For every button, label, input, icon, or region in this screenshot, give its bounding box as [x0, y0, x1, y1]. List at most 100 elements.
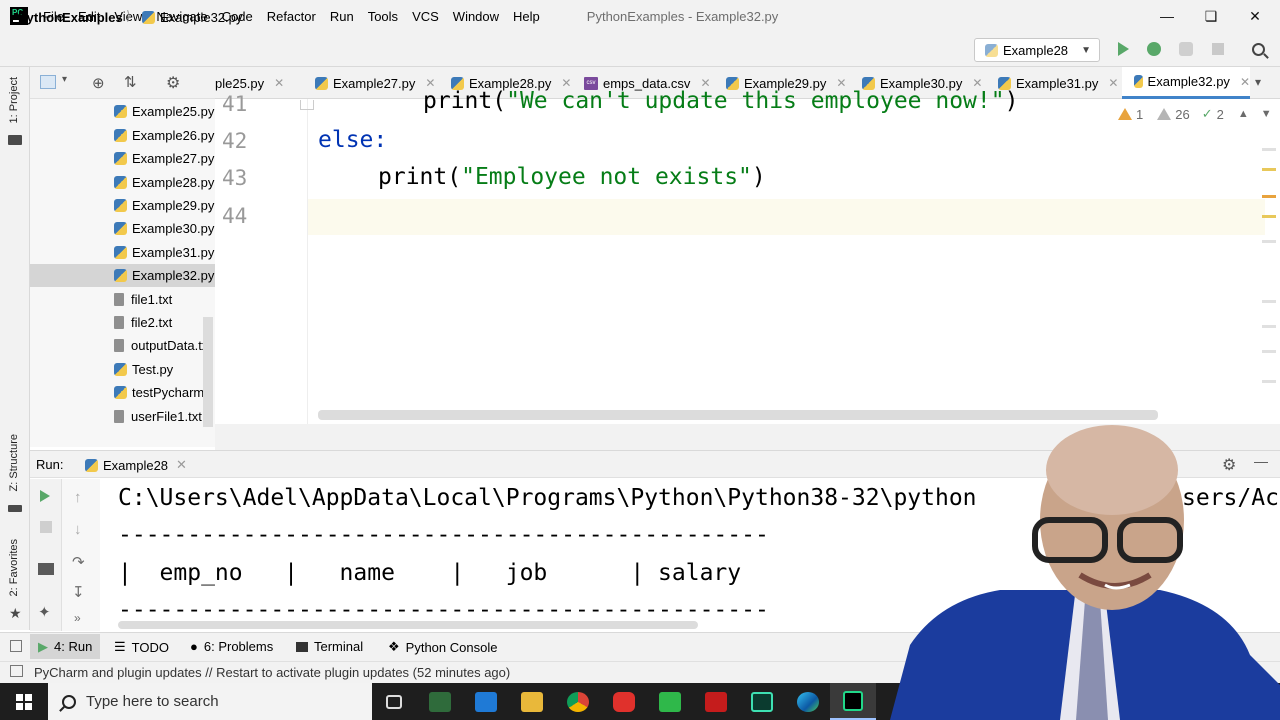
run-button[interactable] [1113, 39, 1133, 59]
editor-tab[interactable]: Example32.py ✕ [1122, 67, 1250, 99]
chrome-icon[interactable] [564, 688, 592, 716]
project-tree-item[interactable]: testPycharm [30, 381, 215, 404]
acrobat-icon[interactable] [702, 688, 730, 716]
stripe-mark[interactable] [1262, 215, 1276, 218]
stop-icon[interactable] [40, 521, 52, 533]
breadcrumb-file[interactable]: Example32.py [142, 10, 242, 25]
project-tree-item[interactable]: Example26.py [30, 124, 215, 147]
project-tree-item[interactable]: file2.txt [30, 311, 215, 334]
status-toggle-icon[interactable] [10, 665, 23, 677]
stripe-mark[interactable] [1262, 195, 1276, 198]
minimize-icon[interactable]: — [1144, 0, 1190, 32]
python-file-icon [114, 386, 127, 400]
toggle-tool-windows-icon[interactable] [10, 640, 22, 652]
camtasia-icon[interactable] [656, 688, 684, 716]
dropdown-icon[interactable]: ▾ [62, 74, 67, 85]
taskbar-search[interactable]: Type here to search [48, 683, 372, 720]
stripe-mark[interactable] [1262, 168, 1276, 171]
project-tree-item[interactable]: Example29.py [30, 194, 215, 217]
project-tree-item[interactable]: outputData.txt [30, 334, 215, 357]
tab-problems[interactable]: ● 6: Problems [190, 639, 273, 654]
pycharm-taskbar-icon[interactable] [830, 683, 876, 720]
tab-python-console[interactable]: ❖ Python Console [388, 639, 497, 655]
editor-tab[interactable]: Example27.py ✕ [303, 67, 439, 99]
menu-tools[interactable]: Tools [361, 9, 405, 24]
stripe-mark[interactable] [1262, 240, 1276, 243]
stripe-mark[interactable] [1262, 350, 1276, 353]
run-configuration-select[interactable]: Example28 ▼ [974, 38, 1100, 62]
tab-run[interactable]: ▶ 4: Run [30, 634, 101, 659]
favorites-tool-tab[interactable]: 2: Favorites [8, 539, 20, 596]
project-tree-item[interactable]: userFile1.txt [30, 405, 215, 428]
start-button[interactable] [0, 683, 48, 720]
project-tree-item[interactable]: Example32.py [30, 264, 215, 288]
project-tree-item[interactable]: file1.txt [30, 288, 215, 311]
tab-list-icon[interactable]: ▾ [1255, 75, 1261, 89]
code-line-41[interactable]: print("We can't update this employee now… [423, 88, 1018, 114]
stripe-mark[interactable] [1262, 300, 1276, 303]
close-tab-icon[interactable]: ✕ [274, 76, 284, 90]
layout-icon[interactable] [38, 563, 54, 575]
stripe-mark[interactable] [1262, 380, 1276, 383]
debug-button[interactable] [1144, 39, 1164, 59]
close-icon[interactable]: ✕ [1232, 0, 1278, 32]
menu-run[interactable]: Run [323, 9, 361, 24]
pin-icon[interactable]: ✦ [38, 603, 51, 621]
console-horizontal-scrollbar[interactable] [118, 621, 698, 629]
arrow-down-icon[interactable]: ↓ [74, 521, 82, 538]
code-line-42[interactable]: else: [318, 127, 387, 153]
locate-icon[interactable]: ⊕ [92, 74, 105, 92]
collapse-icon[interactable]: ⇅ [124, 73, 137, 91]
project-tree-item[interactable]: Example31.py [30, 241, 215, 264]
stripe-mark[interactable] [1262, 325, 1276, 328]
search-button[interactable] [1248, 39, 1268, 59]
edge-icon[interactable] [794, 688, 822, 716]
fold-marker-icon[interactable] [300, 100, 314, 110]
project-tree-item[interactable]: Example27.py [30, 147, 215, 170]
scroll-end-icon[interactable]: ↧ [72, 583, 85, 601]
project-tree-item[interactable]: Test.py [30, 358, 215, 381]
more-icon[interactable]: » [74, 611, 81, 625]
menu-window[interactable]: Window [446, 9, 506, 24]
menu-help[interactable]: Help [506, 9, 547, 24]
tab-terminal[interactable]: Terminal [296, 639, 363, 654]
gear-icon[interactable]: ⚙ [166, 73, 180, 93]
maximize-icon[interactable]: ❏ [1188, 0, 1234, 32]
code-line-43[interactable]: print("Employee not exists") [378, 164, 766, 190]
project-view-icon[interactable] [40, 75, 56, 89]
structure-tool-tab[interactable]: Z: Structure [8, 434, 20, 491]
close-tab-icon[interactable]: ✕ [1108, 76, 1118, 90]
breadcrumb-project[interactable]: PythonExamples [18, 10, 123, 25]
editor-horizontal-scrollbar[interactable] [318, 410, 1158, 420]
stripe-mark[interactable] [1262, 148, 1276, 151]
project-scrollbar[interactable] [203, 317, 213, 427]
rerun-icon[interactable] [40, 489, 50, 506]
soft-wrap-icon[interactable]: ↷ [72, 553, 85, 571]
app-icon-green[interactable] [426, 688, 454, 716]
run-tab[interactable]: Example28 ✕ [85, 457, 187, 473]
menu-vcs[interactable]: VCS [405, 9, 446, 24]
breadcrumb-separator-icon: ⟩ [126, 8, 132, 23]
chevron-down-icon[interactable]: ▼ [1261, 108, 1272, 120]
project-tree-item[interactable]: Example30.py [30, 217, 215, 240]
stop-button[interactable] [1208, 39, 1228, 59]
chevron-up-icon[interactable]: ▲ [1238, 108, 1249, 120]
audition-icon[interactable] [748, 688, 776, 716]
code-paren: ) [751, 164, 766, 190]
status-message[interactable]: PyCharm and plugin updates // Restart to… [34, 665, 510, 680]
close-tab-icon[interactable]: ✕ [176, 457, 187, 473]
task-view-icon[interactable] [380, 688, 408, 716]
inspection-widget[interactable]: 1 26 ✓ 2 ▲ ▼ [1118, 106, 1272, 122]
arrow-up-icon[interactable]: ↑ [74, 489, 82, 506]
mail-icon[interactable] [472, 688, 500, 716]
list-icon: ☰ [114, 639, 126, 654]
project-tree-item[interactable]: Example28.py [30, 171, 215, 194]
project-tool-tab[interactable]: 1: Project [8, 77, 20, 123]
menu-refactor[interactable]: Refactor [260, 9, 323, 24]
close-tab-icon[interactable]: ✕ [1240, 75, 1250, 89]
project-tree-item[interactable]: Example25.py [30, 100, 215, 123]
coverage-button[interactable] [1176, 39, 1196, 59]
file-explorer-icon[interactable] [518, 688, 546, 716]
vivaldi-icon[interactable] [610, 688, 638, 716]
tab-todo[interactable]: ☰ TODO [114, 639, 169, 655]
